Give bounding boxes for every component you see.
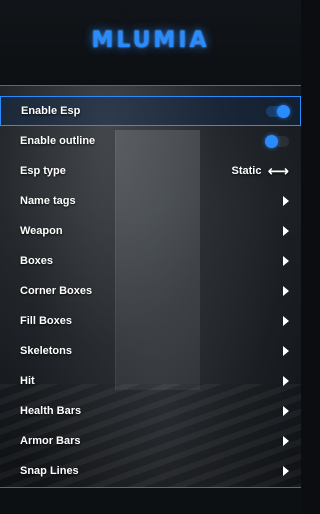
esp-type-value: Static [231, 165, 262, 177]
menu-item-health-bars[interactable]: Health Bars [0, 396, 301, 426]
menu-item-corner-boxes[interactable]: Corner Boxes [0, 276, 301, 306]
chevron-right-icon [283, 256, 289, 266]
menu-item-enable-esp[interactable]: Enable Esp [0, 96, 301, 126]
menu-item-label: Boxes [20, 255, 54, 267]
toggle-knob [265, 134, 278, 148]
menu-item-label: Fill Boxes [20, 315, 72, 327]
chevron-right-icon [283, 196, 289, 206]
menu-item-label: Name tags [20, 195, 76, 207]
menu-item-armor-bars[interactable]: Armor Bars [0, 426, 301, 456]
menu-item-esp-type[interactable]: Esp type Static ⟷ [0, 156, 301, 186]
menu-item-label: Armor Bars [20, 435, 81, 447]
menu-item-label: Esp type [20, 165, 66, 177]
menu-item-label: Skeletons [20, 345, 72, 357]
chevron-right-icon [283, 376, 289, 386]
menu-item-snap-lines[interactable]: Snap Lines [0, 456, 301, 486]
enable-esp-toggle[interactable] [266, 104, 290, 118]
toggle-knob [277, 104, 290, 118]
menu-item-boxes[interactable]: Boxes [0, 246, 301, 276]
menu-item-name-tags[interactable]: Name tags [0, 186, 301, 216]
menu-item-label: Enable outline [20, 135, 96, 147]
menu-item-label: Corner Boxes [20, 285, 93, 297]
chevron-right-icon [283, 286, 289, 296]
menu-item-weapon[interactable]: Weapon [0, 216, 301, 246]
menu-item-label: Hit [20, 375, 35, 387]
chevron-right-icon [283, 436, 289, 446]
menu-item-label: Snap Lines [20, 465, 79, 477]
chevron-right-icon [283, 226, 289, 236]
left-right-arrow-icon: ⟷ [267, 161, 289, 180]
menu-header: MLUMIA [0, 0, 301, 86]
enable-outline-toggle[interactable] [265, 134, 289, 148]
menu-item-skeletons[interactable]: Skeletons [0, 336, 301, 366]
menu-footer [0, 487, 301, 514]
chevron-right-icon [283, 406, 289, 416]
chevron-right-icon [283, 346, 289, 356]
menu-item-hit[interactable]: Hit [0, 366, 301, 396]
menu-item-fill-boxes[interactable]: Fill Boxes [0, 306, 301, 336]
menu-item-label: Health Bars [20, 405, 82, 417]
menu-item-label: Weapon [20, 225, 63, 237]
menu-item-enable-outline[interactable]: Enable outline [0, 126, 301, 156]
chevron-right-icon [283, 466, 289, 476]
chevron-right-icon [283, 316, 289, 326]
menu-item-label: Enable Esp [21, 105, 81, 117]
esp-type-selector[interactable]: Static ⟷ [231, 161, 289, 180]
esp-menu: Enable Esp Enable outline Esp type Stati… [0, 96, 301, 486]
logo: MLUMIA [91, 28, 210, 53]
